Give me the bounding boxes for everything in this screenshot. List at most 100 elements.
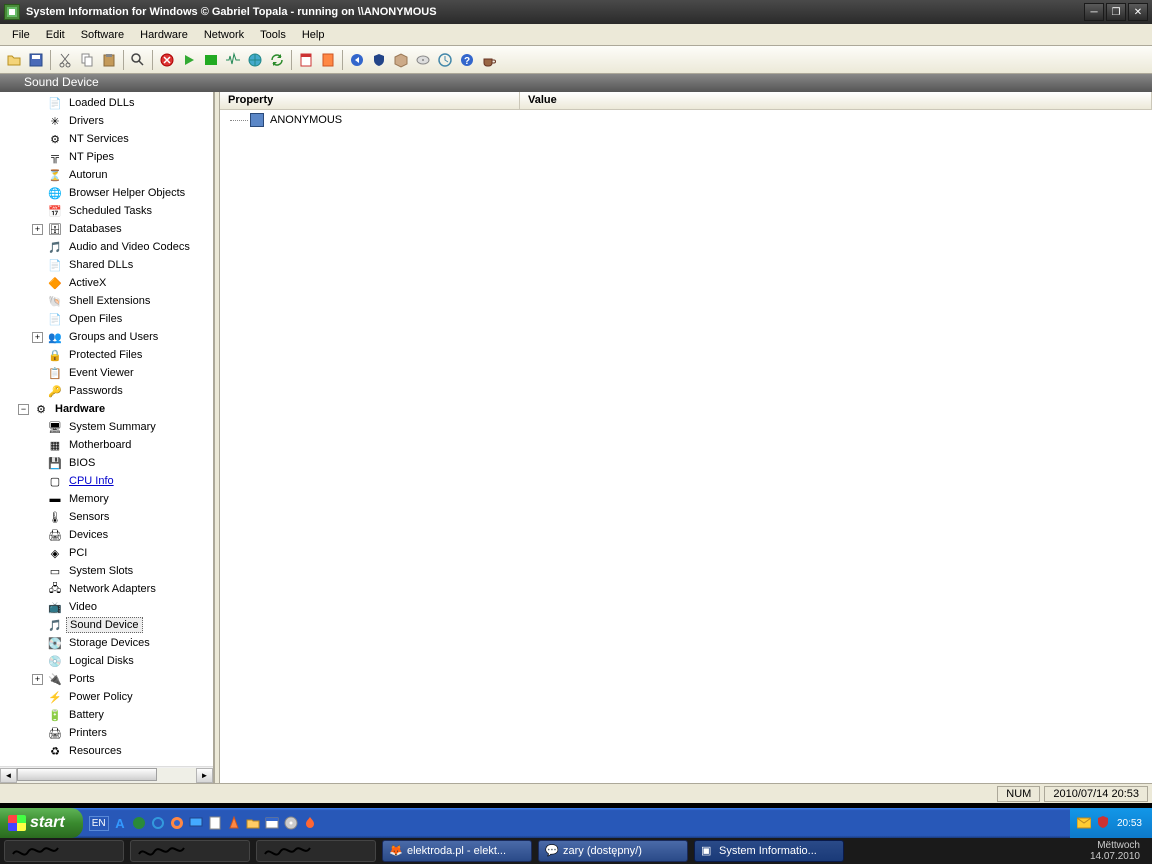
tree-item[interactable]: ⏳Autorun — [0, 166, 213, 184]
copy-icon[interactable] — [77, 50, 97, 70]
globe-icon[interactable] — [245, 50, 265, 70]
list-body[interactable]: ANONYMOUS — [220, 110, 1152, 783]
tree-item[interactable]: 🎵Audio and Video Codecs — [0, 238, 213, 256]
tree-item[interactable]: ╦NT Pipes — [0, 148, 213, 166]
tree-item[interactable]: 💿Logical Disks — [0, 652, 213, 670]
tray-shield-icon[interactable] — [1095, 815, 1111, 831]
scroll-right-button[interactable]: ► — [196, 768, 213, 783]
ql-a-icon[interactable]: A — [112, 815, 128, 831]
tree-item[interactable]: 🌐Browser Helper Objects — [0, 184, 213, 202]
ql-ie-icon[interactable] — [150, 815, 166, 831]
ql-note-icon[interactable] — [207, 815, 223, 831]
tree-item[interactable]: ◈PCI — [0, 544, 213, 562]
tree-item[interactable]: 🔶ActiveX — [0, 274, 213, 292]
tree-item[interactable]: 📄Shared DLLs — [0, 256, 213, 274]
tree-item[interactable]: 🔒Protected Files — [0, 346, 213, 364]
start-button[interactable]: start — [0, 808, 83, 838]
tree-item[interactable]: 💽Storage Devices — [0, 634, 213, 652]
tree-item[interactable]: 🐚Shell Extensions — [0, 292, 213, 310]
scroll-left-button[interactable]: ◄ — [0, 768, 17, 783]
tree-item[interactable]: +👥Groups and Users — [0, 328, 213, 346]
taskbar-task[interactable]: 🦊elektroda.pl - elekt... — [382, 840, 532, 862]
menu-edit[interactable]: Edit — [38, 26, 73, 44]
tree[interactable]: 📄Loaded DLLs✳Drivers⚙NT Services╦NT Pipe… — [0, 92, 213, 766]
column-property[interactable]: Property — [220, 92, 520, 109]
disk-icon[interactable] — [413, 50, 433, 70]
report-red-icon[interactable] — [296, 50, 316, 70]
tree-item[interactable]: ▬Memory — [0, 490, 213, 508]
tree-item[interactable]: 🖨Devices — [0, 526, 213, 544]
flag-green-icon[interactable] — [201, 50, 221, 70]
menu-hardware[interactable]: Hardware — [132, 26, 196, 44]
taskbar-task[interactable]: 💬zary (dostępny/) — [538, 840, 688, 862]
menu-network[interactable]: Network — [196, 26, 252, 44]
tree-item[interactable]: 📄Loaded DLLs — [0, 94, 213, 112]
language-indicator[interactable]: EN — [89, 816, 109, 831]
taskbar-task[interactable] — [4, 840, 124, 862]
tree-expander-icon[interactable]: + — [32, 332, 43, 343]
pulse-icon[interactable] — [223, 50, 243, 70]
tree-item[interactable]: ⚙NT Services — [0, 130, 213, 148]
tree-item[interactable]: +🗄Databases — [0, 220, 213, 238]
menu-software[interactable]: Software — [73, 26, 132, 44]
tree-item[interactable]: 📅Scheduled Tasks — [0, 202, 213, 220]
tree-expander-icon[interactable]: + — [32, 674, 43, 685]
menu-file[interactable]: File — [4, 26, 38, 44]
taskbar-task[interactable] — [256, 840, 376, 862]
minimize-button[interactable]: ─ — [1084, 3, 1104, 21]
shield-icon[interactable] — [369, 50, 389, 70]
play-icon[interactable] — [179, 50, 199, 70]
ql-firefox-icon[interactable] — [169, 815, 185, 831]
ql-fire-icon[interactable] — [302, 815, 318, 831]
ql-explorer-icon[interactable] — [264, 815, 280, 831]
history-icon[interactable] — [435, 50, 455, 70]
menu-tools[interactable]: Tools — [252, 26, 294, 44]
tree-item[interactable]: ♻Resources — [0, 742, 213, 760]
tree-item[interactable]: 🌡Sensors — [0, 508, 213, 526]
ql-torrent-icon[interactable] — [131, 815, 147, 831]
paste-icon[interactable] — [99, 50, 119, 70]
find-icon[interactable] — [128, 50, 148, 70]
ql-monitor-icon[interactable] — [188, 815, 204, 831]
tree-item[interactable]: 🔋Battery — [0, 706, 213, 724]
tree-item[interactable]: ▢CPU Info — [0, 472, 213, 490]
ql-disc-icon[interactable] — [283, 815, 299, 831]
tree-item[interactable]: ▦Motherboard — [0, 436, 213, 454]
save-icon[interactable] — [26, 50, 46, 70]
stop-icon[interactable] — [157, 50, 177, 70]
tree-expander-icon[interactable]: − — [18, 404, 29, 415]
ql-folder-icon[interactable] — [245, 815, 261, 831]
taskbar-task[interactable]: ▣System Informatio... — [694, 840, 844, 862]
column-value[interactable]: Value — [520, 92, 1152, 109]
coffee-icon[interactable] — [479, 50, 499, 70]
ql-vlc-icon[interactable] — [226, 815, 242, 831]
menu-help[interactable]: Help — [294, 26, 333, 44]
maximize-button[interactable]: ❐ — [1106, 3, 1126, 21]
scroll-track[interactable] — [17, 768, 196, 783]
help-icon[interactable]: ? — [457, 50, 477, 70]
tray-clock[interactable]: 20:53 — [1117, 818, 1142, 829]
close-button[interactable]: ✕ — [1128, 3, 1148, 21]
tree-item[interactable]: 📺Video — [0, 598, 213, 616]
scroll-thumb[interactable] — [17, 768, 157, 781]
tree-item[interactable]: ⚡Power Policy — [0, 688, 213, 706]
tree-item[interactable]: −⚙Hardware — [0, 400, 213, 418]
back-icon[interactable] — [347, 50, 367, 70]
tree-item[interactable]: 🔑Passwords — [0, 382, 213, 400]
tree-hscroll[interactable]: ◄ ► — [0, 766, 213, 783]
report-orange-icon[interactable] — [318, 50, 338, 70]
tree-item[interactable]: +🔌Ports — [0, 670, 213, 688]
list-row[interactable]: ANONYMOUS — [220, 112, 1152, 128]
tree-expander-icon[interactable]: + — [32, 224, 43, 235]
tree-item[interactable]: 💾BIOS — [0, 454, 213, 472]
refresh-icon[interactable] — [267, 50, 287, 70]
tray-mail-icon[interactable] — [1076, 815, 1092, 831]
tree-item[interactable]: 🎵Sound Device — [0, 616, 213, 634]
cut-icon[interactable] — [55, 50, 75, 70]
tree-item[interactable]: 🖥System Summary — [0, 418, 213, 436]
taskbar-task[interactable] — [130, 840, 250, 862]
open-icon[interactable] — [4, 50, 24, 70]
tree-item[interactable]: ▭System Slots — [0, 562, 213, 580]
tree-item[interactable]: ✳Drivers — [0, 112, 213, 130]
tree-item[interactable]: 📄Open Files — [0, 310, 213, 328]
